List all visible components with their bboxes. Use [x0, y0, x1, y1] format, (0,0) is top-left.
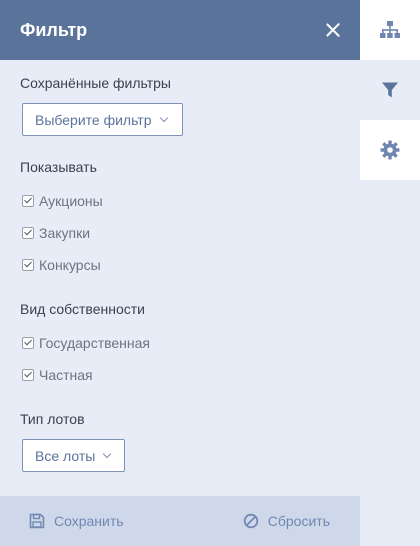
lot-type-select-value: Все лоты — [35, 447, 96, 464]
save-icon — [29, 513, 45, 529]
rail-settings-button[interactable] — [360, 120, 420, 180]
lot-type-section-title: Тип лотов — [20, 411, 85, 427]
rail-hierarchy-button[interactable] — [360, 0, 420, 60]
checkbox-auctions[interactable]: Аукционы — [22, 193, 103, 209]
checkbox-checked-icon[interactable] — [22, 195, 34, 207]
panel-title: Фильтр — [20, 19, 88, 40]
checkbox-label: Государственная — [39, 335, 151, 351]
saved-filter-select-value: Выберите фильтр — [35, 111, 152, 128]
checkbox-checked-icon[interactable] — [22, 337, 34, 349]
checkbox-label: Частная — [39, 367, 93, 383]
checkbox-tenders[interactable]: Конкурсы — [22, 257, 101, 273]
filter-footer: Сохранить Сбросить — [0, 496, 360, 546]
show-section-title: Показывать — [20, 159, 97, 175]
filter-panel: Фильтр Сохранённые фильтры Выберите филь… — [0, 0, 360, 546]
reset-button[interactable]: Сбросить — [243, 513, 330, 529]
side-rail — [360, 0, 420, 546]
reset-label: Сбросить — [267, 513, 330, 529]
reset-icon — [243, 513, 258, 529]
hierarchy-icon — [380, 21, 400, 38]
chevron-down-icon — [103, 449, 112, 458]
checkbox-checked-icon[interactable] — [22, 259, 34, 271]
save-button[interactable]: Сохранить — [29, 513, 124, 529]
saved-filter-select[interactable]: Выберите фильтр — [22, 103, 183, 136]
chevron-down-icon — [159, 113, 168, 122]
checkbox-checked-icon[interactable] — [22, 227, 34, 239]
checkbox-label: Закупки — [39, 225, 91, 241]
app: Фильтр Сохранённые фильтры Выберите филь… — [0, 0, 420, 546]
save-label: Сохранить — [54, 513, 124, 529]
checkbox-label: Конкурсы — [39, 257, 101, 273]
checkbox-private[interactable]: Частная — [22, 367, 93, 383]
gear-icon — [380, 140, 400, 160]
filter-header: Фильтр — [0, 0, 360, 60]
lot-type-select[interactable]: Все лоты — [22, 439, 125, 472]
checkbox-checked-icon[interactable] — [22, 369, 34, 381]
checkbox-purchases[interactable]: Закупки — [22, 225, 90, 241]
close-icon[interactable] — [325, 22, 341, 38]
checkbox-label: Аукционы — [39, 193, 103, 209]
rail-filler — [360, 180, 420, 546]
filter-icon — [382, 82, 398, 98]
ownership-section-title: Вид собственности — [20, 301, 145, 317]
rail-filter-button[interactable] — [360, 60, 420, 120]
checkbox-state[interactable]: Государственная — [22, 335, 150, 351]
saved-filters-title: Сохранённые фильтры — [20, 75, 171, 91]
